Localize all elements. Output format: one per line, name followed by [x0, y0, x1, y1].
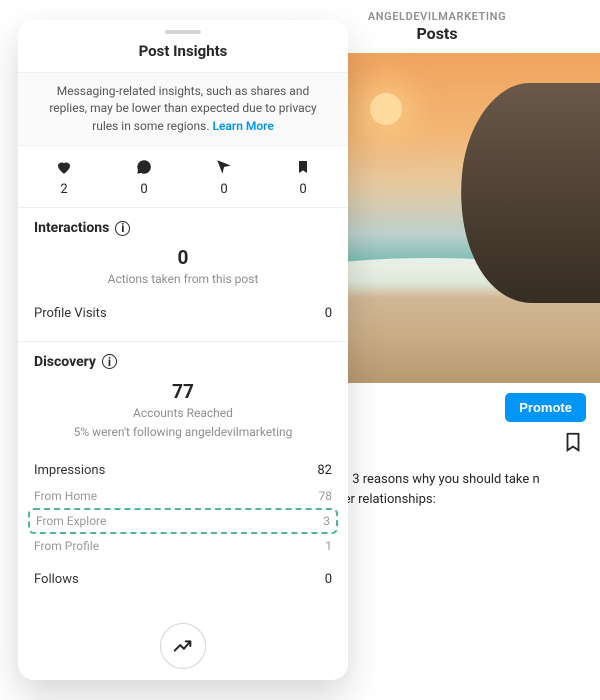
metric-shares[interactable]: 0 — [215, 158, 233, 197]
metric-saves[interactable]: 0 — [295, 158, 311, 197]
impressions-label: Impressions — [34, 463, 105, 478]
section-title: Interactions — [34, 220, 109, 236]
account-name: ANGELDEVILMARKETING — [316, 10, 558, 23]
interactions-subtext: Actions taken from this post — [34, 271, 332, 288]
section-discovery: Discovery i 77 Accounts Reached 5% weren… — [18, 342, 348, 607]
comment-icon — [135, 158, 153, 179]
metric-comments[interactable]: 0 — [135, 158, 153, 197]
metric-value: 0 — [140, 182, 147, 197]
info-icon[interactable]: i — [102, 354, 117, 369]
metric-value: 0 — [220, 182, 227, 197]
not-following-text: 5% weren't following angeldevilmarketing — [34, 424, 332, 441]
from-explore-label: From Explore — [36, 514, 106, 528]
privacy-notice: Messaging-related insights, such as shar… — [18, 72, 348, 146]
from-profile-label: From Profile — [34, 539, 99, 553]
metric-likes[interactable]: 2 — [55, 158, 73, 197]
accounts-reached-label: Accounts Reached — [34, 405, 332, 422]
section-interactions: Interactions i 0 Actions taken from this… — [18, 208, 348, 342]
impressions-value: 82 — [317, 463, 332, 478]
from-profile-value: 1 — [325, 539, 332, 553]
promotion-area[interactable]: Promotion — [18, 607, 348, 680]
metric-value: 2 — [60, 182, 67, 197]
section-title: Discovery — [34, 354, 96, 370]
follows-value: 0 — [325, 572, 332, 587]
screen-title: Posts — [316, 24, 558, 43]
from-home-value: 78 — [319, 489, 333, 503]
profile-visits-value: 0 — [325, 306, 332, 321]
share-icon — [215, 158, 233, 179]
follows-label: Follows — [34, 572, 79, 587]
sheet-title: Post Insights — [18, 40, 348, 72]
info-icon[interactable]: i — [115, 221, 130, 236]
from-explore-value: 3 — [323, 514, 330, 528]
promotion-label: Promotion — [18, 679, 348, 680]
highlight-from-explore: From Explore 3 — [28, 508, 338, 534]
promote-button[interactable]: Promote — [505, 393, 586, 422]
profile-visits-label: Profile Visits — [34, 306, 107, 321]
bookmark-icon[interactable] — [562, 430, 584, 460]
from-home-label: From Home — [34, 489, 97, 503]
interactions-count: 0 — [34, 246, 332, 269]
metrics-row: 2 0 0 0 — [18, 146, 348, 208]
metric-value: 0 — [299, 182, 306, 197]
bookmark-icon — [295, 158, 311, 179]
insights-sheet: Post Insights Messaging-related insights… — [18, 20, 348, 680]
heart-icon — [55, 158, 73, 179]
trend-icon — [160, 623, 206, 669]
accounts-reached-count: 77 — [34, 380, 332, 403]
sheet-grabber[interactable] — [165, 30, 201, 34]
learn-more-link[interactable]: Learn More — [212, 119, 273, 133]
